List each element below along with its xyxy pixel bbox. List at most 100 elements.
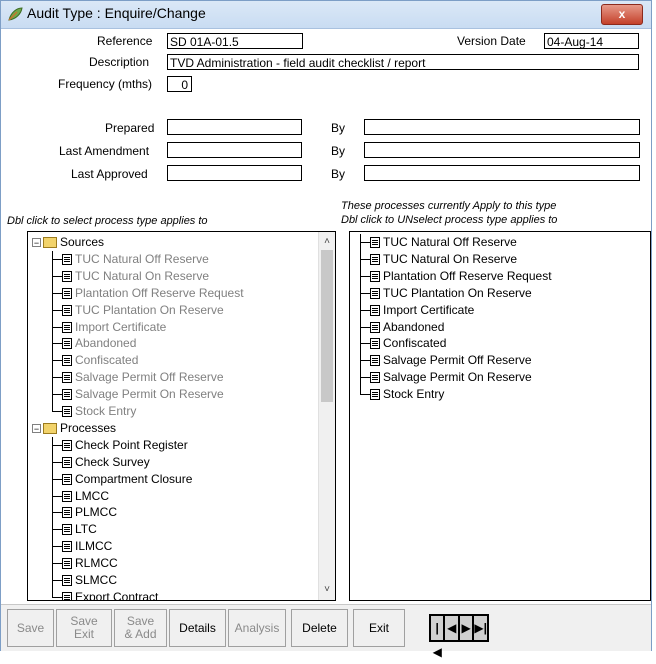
title-bar: Audit Type : Enquire/Change x [1, 1, 651, 29]
document-icon [62, 338, 72, 350]
scroll-down-icon[interactable]: ˅ [319, 582, 335, 598]
applied-item[interactable]: Salvage Permit Off Reserve [370, 352, 532, 368]
prepared-by-field[interactable] [364, 119, 640, 135]
tree-item[interactable]: Import Certificate [62, 319, 166, 335]
tree-item-label: SLMCC [75, 573, 118, 587]
applied-process-tree[interactable]: TUC Natural Off Reserve TUC Natural On Re… [349, 231, 651, 601]
left-tree-scrollbar[interactable]: ˄ ˅ [318, 232, 335, 600]
document-icon [370, 372, 380, 384]
tree-connector [52, 411, 62, 412]
tree-item[interactable]: LMCC [62, 488, 109, 504]
tree-item[interactable]: Export Contract [62, 589, 158, 600]
delete-button[interactable]: Delete [291, 609, 348, 647]
document-icon [62, 575, 72, 586]
tree-item-label: Check Survey [75, 454, 150, 469]
last-approved-field[interactable] [167, 165, 302, 181]
tree-item[interactable]: Check Point Register [62, 437, 188, 453]
document-icon [62, 253, 72, 265]
last-amendment-field[interactable] [167, 142, 302, 158]
approved-by-label: By [331, 167, 346, 181]
scroll-up-icon[interactable]: ˄ [319, 234, 335, 250]
document-icon [62, 406, 72, 417]
tree-connector [52, 478, 62, 480]
tree-item-label: ILMCC [75, 539, 113, 554]
tree-item[interactable]: Plantation Off Reserve Request [62, 285, 244, 301]
tree-item-label: TUC Plantation On Reserve [75, 302, 224, 317]
tree-connector [52, 309, 62, 311]
version-date-field[interactable]: 04-Aug-14 [544, 33, 639, 49]
document-icon [370, 304, 380, 316]
document-icon [62, 270, 72, 282]
applied-item[interactable]: Confiscated [370, 335, 446, 351]
folder-icon [43, 237, 57, 248]
reference-field[interactable]: SD 01A-01.5 [167, 33, 303, 49]
analysis-button[interactable]: Analysis [228, 609, 286, 647]
tree-item-label: Check Point Register [75, 437, 188, 452]
tree-item[interactable]: Salvage Permit On Reserve [62, 386, 224, 402]
nav-first-icon[interactable]: |◀ [430, 615, 445, 659]
tree-item[interactable]: TUC Natural Off Reserve [62, 251, 209, 267]
close-button[interactable]: x [601, 4, 643, 25]
expander-0-icon[interactable]: − [32, 238, 41, 248]
tree-connector [360, 360, 370, 362]
applied-item[interactable]: TUC Plantation On Reserve [370, 285, 532, 301]
tree-connector [52, 512, 62, 514]
applied-item[interactable]: Salvage Permit On Reserve [370, 369, 532, 385]
tree-item[interactable]: TUC Plantation On Reserve [62, 302, 224, 318]
expander-1-icon[interactable]: − [32, 423, 41, 433]
applied-item[interactable]: Abandoned [370, 319, 444, 335]
document-icon [370, 321, 380, 333]
tree-item[interactable]: ILMCC [62, 538, 112, 554]
tree-item[interactable]: Stock Entry [62, 403, 136, 419]
applied-item-label: Stock Entry [383, 387, 445, 402]
applied-item[interactable]: Stock Entry [370, 386, 444, 402]
nav-last-icon[interactable]: ▶| [473, 615, 488, 641]
tree-item[interactable]: Confiscated [62, 352, 138, 368]
tree-connector [360, 292, 370, 294]
tree-item[interactable]: Salvage Permit Off Reserve [62, 369, 224, 385]
frequency-field[interactable]: 0 [167, 76, 192, 92]
tree-connector [360, 377, 370, 379]
tree-item[interactable]: TUC Natural On Reserve [62, 268, 209, 284]
exit-button[interactable]: Exit [353, 609, 405, 647]
tree-item[interactable]: SLMCC [62, 572, 117, 588]
tree-connector [52, 529, 62, 531]
applied-item-label: TUC Natural Off Reserve [383, 235, 517, 249]
prepared-field[interactable] [167, 119, 302, 135]
applied-item-label: Confiscated [383, 336, 447, 351]
document-icon [62, 456, 72, 468]
amendment-by-field[interactable] [364, 142, 640, 158]
details-button[interactable]: Details [169, 609, 226, 647]
description-field[interactable]: TVD Administration - field audit checkli… [167, 54, 639, 70]
last-approved-label: Last Approved [71, 167, 148, 181]
applied-item[interactable]: Plantation Off Reserve Request [370, 268, 552, 284]
applied-item[interactable]: TUC Natural On Reserve [370, 251, 517, 267]
save-add-button[interactable]: Save & Add [114, 609, 167, 647]
folder-icon [43, 422, 57, 434]
available-process-tree[interactable]: ˄ ˅ − Sources TUC Natural Off Reserve TUC N… [27, 231, 336, 601]
tree-connector [52, 326, 62, 328]
document-icon [62, 473, 72, 485]
tree-item-label: Abandoned [75, 336, 137, 351]
tree-item[interactable]: RLMCC [62, 555, 118, 571]
document-icon [62, 304, 72, 316]
save-button[interactable]: Save [7, 609, 54, 647]
applied-item-label: TUC Natural On Reserve [383, 251, 518, 266]
tree-item-label: Stock Entry [75, 404, 137, 418]
tree-item-label: PLMCC [75, 505, 118, 520]
tree-item[interactable]: Abandoned [62, 335, 136, 351]
tree-group[interactable]: Processes [43, 420, 116, 436]
tree-item[interactable]: LTC [62, 521, 97, 537]
nav-next-icon[interactable]: ▶ [458, 615, 474, 641]
applied-item[interactable]: TUC Natural Off Reserve [370, 234, 517, 250]
tree-item[interactable]: Check Survey [62, 454, 150, 470]
tree-item[interactable]: PLMCC [62, 504, 117, 520]
applied-item[interactable]: Import Certificate [370, 302, 474, 318]
nav-prev-icon[interactable]: ◀ [444, 615, 459, 641]
tree-item[interactable]: Compartment Closure [62, 471, 192, 487]
tree-connector [360, 326, 370, 328]
tree-group[interactable]: Sources [43, 234, 104, 250]
approved-by-field[interactable] [364, 165, 640, 181]
save-exit-button[interactable]: Save Exit [56, 609, 112, 647]
scroll-thumb[interactable] [321, 250, 333, 402]
